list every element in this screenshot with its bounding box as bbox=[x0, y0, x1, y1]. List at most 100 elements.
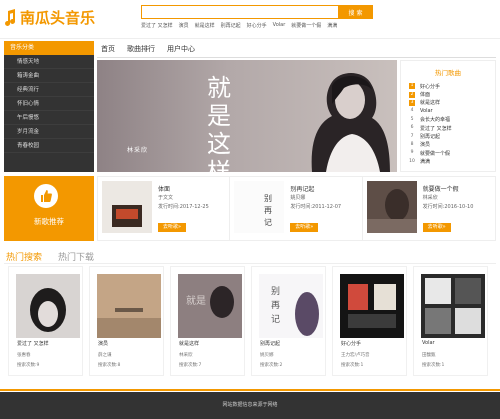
song-title: Volar bbox=[422, 340, 435, 346]
album-cover-image bbox=[421, 274, 485, 338]
song-card[interactable]: 别再记 别再记起 姚贝娜 搜索次数:2 bbox=[251, 266, 326, 376]
song-title: 别再记起 bbox=[260, 341, 281, 347]
release-date-value: 2011-12-07 bbox=[312, 204, 342, 210]
logo[interactable]: 南瓜头音乐 bbox=[4, 6, 95, 28]
recommend-info: 体面 于文文 发行时间:2017-12-25 bbox=[158, 185, 209, 212]
song-artist: 姚贝娜 bbox=[260, 353, 274, 358]
song-card[interactable]: Volar 田馥甄 搜索次数:1 bbox=[413, 266, 488, 376]
hot-song-item[interactable]: 2 体面 bbox=[401, 90, 495, 98]
hot-keyword[interactable]: 就要做一个假 bbox=[291, 22, 321, 29]
tab-hot-download[interactable]: 热门下载 bbox=[58, 250, 94, 263]
hot-song-item[interactable]: 9 就要做一个假 bbox=[401, 149, 495, 157]
song-title: 爱过了 又怎样 bbox=[17, 341, 49, 347]
song-name: 会长大的幸福 bbox=[420, 117, 451, 124]
release-date: 发行时间:2017-12-25 bbox=[158, 203, 209, 212]
recommend-info: 别再记起 姚贝娜 发行时间:2011-12-07 bbox=[290, 185, 341, 212]
hot-song-item[interactable]: 5 会长大的幸福 bbox=[401, 116, 495, 124]
song-artist: 林采欣 bbox=[179, 353, 193, 358]
hot-song-item[interactable]: 6 爱过了 又怎样 bbox=[401, 124, 495, 132]
banner[interactable]: 就是这样 林采欣 bbox=[97, 60, 397, 172]
song-card[interactable]: 就是 就是这样 林采欣 搜索次数:7 bbox=[170, 266, 245, 376]
hot-keyword[interactable]: 好心分手 bbox=[247, 22, 267, 29]
album-cover-image: 别再记 bbox=[259, 274, 323, 338]
sidebar-item[interactable]: 经典流行 bbox=[4, 83, 94, 97]
search-count-label: 搜索次数: bbox=[179, 363, 199, 368]
song-artist: 张惠春 bbox=[17, 353, 31, 358]
search-count: 搜索次数:8 bbox=[98, 362, 120, 368]
song-artist: 王力宏/卢巧音 bbox=[341, 353, 370, 358]
search-bar: 搜 索 bbox=[141, 5, 373, 19]
album-cover-image bbox=[102, 181, 152, 233]
nav-ranking[interactable]: 歌曲排行 bbox=[127, 44, 155, 54]
svg-text:就是: 就是 bbox=[186, 294, 206, 307]
hot-keyword[interactable]: 别再记起 bbox=[221, 22, 241, 29]
song-artist: 薛之谦 bbox=[98, 353, 112, 358]
search-count-value: 8 bbox=[117, 363, 121, 368]
song-card[interactable]: 演员 薛之谦 搜索次数:8 bbox=[89, 266, 164, 376]
hot-keyword[interactable]: 演员 bbox=[179, 22, 189, 29]
song-name: Volar bbox=[420, 108, 433, 115]
album-cover-image bbox=[97, 274, 161, 338]
hot-song-item[interactable]: 1 好心分手 bbox=[401, 82, 495, 90]
svg-text:记: 记 bbox=[264, 218, 272, 227]
search-button[interactable]: 搜 索 bbox=[338, 5, 373, 19]
song-name: 演员 bbox=[420, 142, 431, 149]
svg-text:再: 再 bbox=[264, 206, 272, 215]
nav-user-center[interactable]: 用户中心 bbox=[167, 44, 195, 54]
sidebar-item[interactable]: 情感天地 bbox=[4, 55, 94, 69]
song-card[interactable]: 爱过了 又怎样 张惠春 搜索次数:9 bbox=[8, 266, 83, 376]
svg-text:再: 再 bbox=[271, 300, 280, 311]
hot-song-item[interactable]: 3 就是这样 bbox=[401, 99, 495, 107]
search-count-value: 7 bbox=[198, 363, 202, 368]
hot-song-item[interactable]: 4 Volar bbox=[401, 107, 495, 115]
listen-button[interactable]: 去听歌» bbox=[422, 223, 451, 232]
song-name: 好心分手 bbox=[420, 83, 441, 90]
svg-text:记: 记 bbox=[271, 314, 280, 325]
recommend-card: 就要做一个假 林采欣 发行时间:2016-10-10 去听歌» bbox=[363, 177, 495, 240]
search-count: 搜索次数:9 bbox=[17, 362, 39, 368]
search-count-value: 9 bbox=[36, 363, 40, 368]
hot-song-item[interactable]: 10 满满 bbox=[401, 158, 495, 166]
search-count: 搜索次数:2 bbox=[260, 362, 282, 368]
song-grid: 爱过了 又怎样 张惠春 搜索次数:9 演员 薛之谦 搜索次数:8 就是 就是这样… bbox=[4, 266, 496, 378]
listen-button[interactable]: 去听歌» bbox=[290, 223, 319, 232]
song-title: 演员 bbox=[98, 341, 109, 347]
hot-keyword[interactable]: 爱过了 又怎样 bbox=[141, 22, 173, 29]
song-name: 就是这样 bbox=[420, 100, 441, 107]
note-icon bbox=[5, 9, 16, 26]
song-name: 爱过了 又怎样 bbox=[420, 125, 452, 132]
song-title[interactable]: 体面 bbox=[158, 185, 209, 194]
hot-keyword[interactable]: 满满 bbox=[327, 22, 337, 29]
tab-hot-search[interactable]: 热门搜索 bbox=[6, 250, 42, 263]
hot-keyword[interactable]: Volar bbox=[273, 22, 286, 29]
search-input[interactable] bbox=[141, 5, 338, 19]
hot-song-item[interactable]: 8 演员 bbox=[401, 141, 495, 149]
rank-number: 4 bbox=[410, 108, 414, 114]
song-title[interactable]: 别再记起 bbox=[290, 185, 341, 194]
song-title[interactable]: 就要做一个假 bbox=[423, 185, 474, 194]
search-count: 搜索次数:1 bbox=[341, 362, 363, 368]
album-cover-image bbox=[366, 181, 417, 233]
release-date: 发行时间:2016-10-10 bbox=[423, 203, 474, 212]
hot-song-item[interactable]: 7 别再记起 bbox=[401, 132, 495, 141]
album-cover-image: 别 再 记 bbox=[234, 181, 285, 233]
sidebar-item[interactable]: 午后慢悠 bbox=[4, 111, 94, 125]
divider bbox=[97, 57, 496, 58]
new-songs-block[interactable]: 新歌推荐 bbox=[4, 176, 94, 241]
nav-home[interactable]: 首页 bbox=[101, 44, 115, 54]
svg-text:别: 别 bbox=[264, 194, 272, 203]
song-card[interactable]: 好心分手 王力宏/卢巧音 搜索次数:1 bbox=[332, 266, 407, 376]
song-title: 就是这样 bbox=[179, 341, 200, 347]
hot-keyword[interactable]: 就是这样 bbox=[195, 22, 215, 29]
release-date-label: 发行时间: bbox=[290, 204, 313, 210]
sidebar-item[interactable]: 箱涛金曲 bbox=[4, 69, 94, 83]
listen-button[interactable]: 去听歌» bbox=[158, 223, 186, 232]
song-title: 好心分手 bbox=[341, 341, 362, 347]
sidebar-item[interactable]: 青春校园 bbox=[4, 139, 94, 153]
sidebar-item[interactable]: 岁月流金 bbox=[4, 125, 94, 139]
song-name: 就要做一个假 bbox=[420, 150, 451, 157]
rank-number: 5 bbox=[410, 116, 414, 122]
recommend-card: 体面 于文文 发行时间:2017-12-25 去听歌» bbox=[98, 177, 231, 240]
sidebar-item[interactable]: 怀旧心情 bbox=[4, 97, 94, 111]
song-artist: 林采欣 bbox=[422, 195, 438, 201]
